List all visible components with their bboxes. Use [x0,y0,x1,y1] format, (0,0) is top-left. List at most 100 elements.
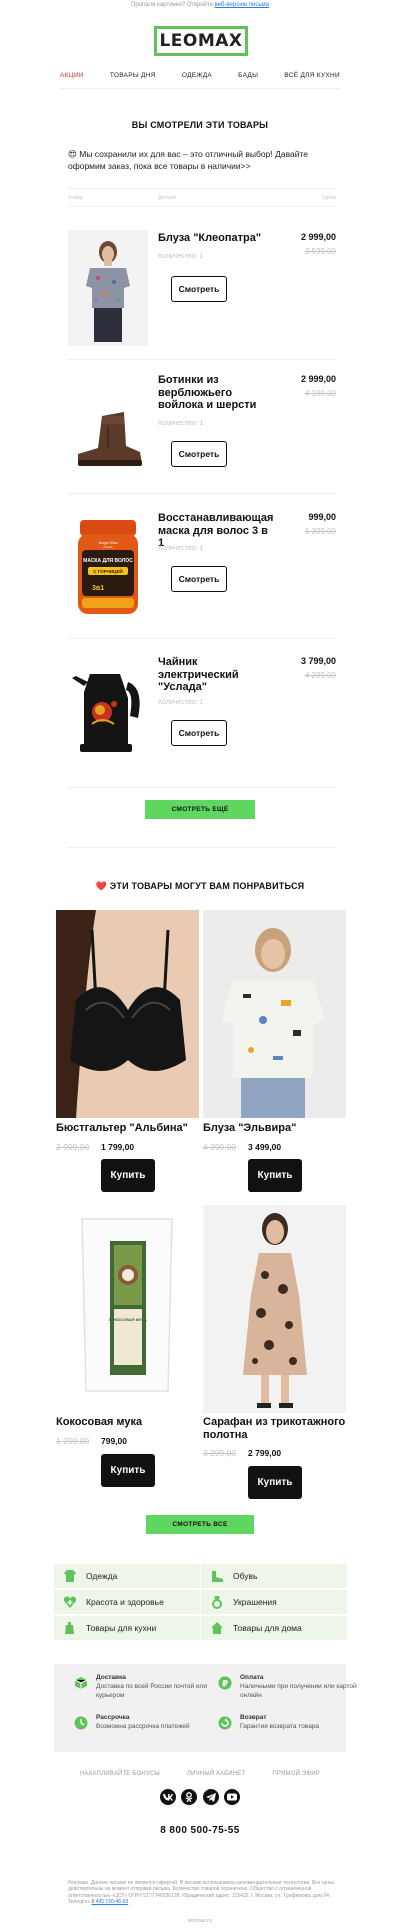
footer-link-bonuses[interactable]: НАКАПЛИВАЙТЕ БОНУСЫ [80,1771,160,1777]
product-image-hair-mask[interactable]: Angel Kiss cosmetic МАСКА ДЛЯ ВОЛОС С ГО… [68,512,148,628]
buy-button[interactable]: Купить [101,1159,155,1192]
logo[interactable]: LEOMAX [154,26,248,56]
info-title: Оплата [240,1674,264,1681]
category-label: Красота и здоровье [86,1597,164,1607]
jar-label-code: 3в1 [92,585,104,592]
web-version-link[interactable]: веб-версию письма [215,2,269,8]
product-price: 799,00 [101,1436,127,1446]
product-price: 1 799,00 [101,1142,135,1152]
youtube-icon[interactable] [223,1789,240,1805]
service-info-box: Доставка Доставка по всей России почтой … [54,1664,357,1752]
product-quantity: Количество: 1 [158,545,204,552]
view-button[interactable]: Смотреть [171,441,227,467]
divider [68,787,336,788]
category-clothes[interactable]: Одежда [54,1564,200,1588]
buy-button[interactable]: Купить [248,1159,302,1192]
info-installment: Рассрочка Возможна рассрочка платежей [96,1714,216,1732]
view-button[interactable]: Смотреть [171,276,227,302]
product-image-sarafan[interactable] [203,1205,346,1413]
product-price: 3 499,00 [248,1142,282,1152]
product-old-price: 1 399,00 [304,527,336,536]
product-image-boots[interactable] [68,372,148,488]
header-details: Детали [158,195,177,201]
divider [68,359,336,360]
footer-link-live[interactable]: ПРЯМОЙ ЭФИР [272,1771,320,1777]
nav-item-sales[interactable]: АКЦИИ [60,72,84,79]
ok-icon[interactable] [181,1789,198,1805]
product-name[interactable]: Блуза "Клеопатра" [158,232,270,245]
see-more-button[interactable]: СМОТРЕТЬ ЕЩЁ [145,800,255,819]
category-label: Товары для кухни [86,1623,157,1633]
recommend-title-text: ЭТИ ТОВАРЫ МОГУТ ВАМ ПОНРАВИТЬСЯ [109,881,305,891]
divider [68,847,336,848]
info-title: Возврат [240,1714,267,1721]
product-image-blouse-elvira[interactable] [203,910,346,1118]
jar-label-variant: С ГОРЧИЦЕЙ [93,567,122,574]
viewed-intro: 😍 Мы сохранили их для вас – это отличный… [68,148,338,172]
info-delivery: Доставка Доставка по всей России почтой … [96,1674,216,1700]
divider [68,206,336,207]
jar-label-brand-sub: cosmetic [103,546,114,549]
product-image-bra-albina[interactable] [56,910,199,1118]
header-price: Цена [322,195,336,201]
product-image-kettle[interactable] [68,652,148,768]
legal-disclaimer: Реклама. Данное письмо не является оферт… [68,1880,336,1905]
info-title: Рассрочка [96,1714,130,1721]
category-label: Одежда [86,1571,118,1581]
category-jewelry[interactable]: Украшения [201,1590,347,1614]
product-quantity: Количество: 1 [158,699,204,706]
heart-icon: ❤️ [95,881,108,891]
product-old-price: 4 299,00 [304,671,336,680]
info-text: Доставка по всей России почтой или курье… [96,1683,207,1699]
telegram-icon[interactable] [202,1789,219,1805]
return-icon [218,1716,232,1730]
vk-icon[interactable] [160,1789,176,1805]
nav-item-supplements[interactable]: БАДЫ [238,72,258,79]
product-old-price: 2 999,00 [56,1142,90,1152]
recommend-section-title: ❤️ ЭТИ ТОВАРЫ МОГУТ ВАМ ПОНРАВИТЬСЯ [0,881,400,892]
product-price: 3 799,00 [300,656,336,666]
see-all-button[interactable]: СМОТРЕТЬ ВСЕ [146,1515,254,1534]
house-icon [209,1620,225,1636]
product-name[interactable]: Сарафан из трикотажного полотна [203,1416,348,1441]
support-phone[interactable]: 8 800 500-75-55 [0,1825,400,1836]
info-return: Возврат Гарантия возврата товара [240,1714,360,1732]
product-old-price: 1 299,00 [56,1436,90,1446]
category-beauty[interactable]: Красота и здоровье [54,1590,200,1614]
buy-button[interactable]: Купить [248,1466,302,1499]
product-image-coconut-flour[interactable]: КОКОСОВАЯ МУКА [56,1205,199,1413]
nav-item-day-goods[interactable]: ТОВАРЫ ДНЯ [110,72,156,79]
category-home[interactable]: Товары для дома [201,1616,347,1640]
nav-item-kitchen[interactable]: ВСЁ ДЛЯ КУХНИ [284,72,340,79]
top-nav: АКЦИИ ТОВАРЫ ДНЯ ОДЕЖДА БАДЫ ВСЁ ДЛЯ КУХ… [60,72,340,79]
product-old-price: 4 399,00 [203,1142,237,1152]
jar-label-product: МАСКА ДЛЯ ВОЛОС [83,558,133,564]
footer-link-account[interactable]: ЛИЧНЫЙ КАБИНЕТ [187,1771,245,1777]
divider [68,493,336,494]
product-image-blouse-cleopatra[interactable] [68,230,148,346]
legal-phone-link[interactable]: 8 495 150-46-03 [92,1899,129,1905]
view-button[interactable]: Смотреть [171,720,227,746]
buy-button[interactable]: Купить [101,1454,155,1487]
product-price: 2 999,00 [300,232,336,242]
nav-item-clothes[interactable]: ОДЕЖДА [182,72,212,79]
view-button[interactable]: Смотреть [171,566,227,592]
product-name[interactable]: Ботинки из верблюжьего войлока и шерсти [158,374,270,412]
info-title: Доставка [96,1674,126,1681]
info-text: Гарантия возврата товара [240,1723,320,1730]
heart-plus-icon [62,1594,78,1610]
product-name[interactable]: Чайник электрический "Услада" [158,656,270,694]
site-domain[interactable]: leomax.ru [0,1918,400,1924]
product-name[interactable]: Восстанавливающая маска для волос 3 в 1 [158,512,273,550]
product-name[interactable]: Бюстгальтер "Альбина" [56,1122,201,1135]
category-kitchen[interactable]: Товары для кухни [54,1616,200,1640]
product-name[interactable]: Блуза "Эльвира" [203,1122,348,1135]
ring-icon [209,1594,225,1610]
category-shoes[interactable]: Обувь [201,1564,347,1588]
footer-links: НАКАПЛИВАЙТЕ БОНУСЫ ЛИЧНЫЙ КАБИНЕТ ПРЯМО… [80,1771,320,1777]
product-name[interactable]: Кокосовая мука [56,1416,201,1429]
viewed-intro-text: Мы сохранили их для вас – это отличный в… [68,149,308,171]
product-price: 2 799,00 [248,1448,282,1458]
product-quantity: Количество: 1 [158,253,204,260]
info-text: Возможна рассрочка платежей [96,1723,190,1730]
